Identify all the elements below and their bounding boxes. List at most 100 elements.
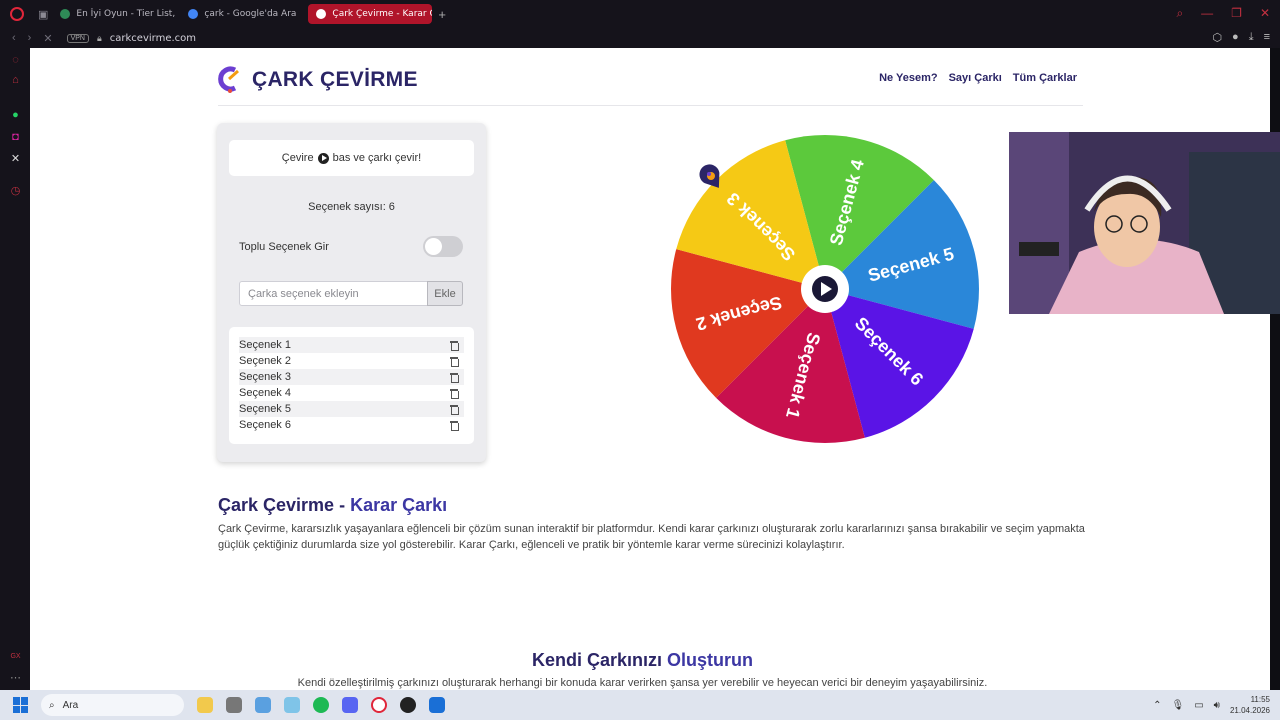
tab-title: Çark Çevirme - Karar Çark bbox=[332, 9, 432, 19]
option-count: Seçenek sayısı: 6 bbox=[217, 201, 486, 213]
x-twitter-icon[interactable]: ✕ bbox=[9, 153, 22, 166]
bulk-entry-label: Toplu Seçenek Gir bbox=[239, 241, 329, 253]
menu-icon[interactable]: ≡ bbox=[1264, 31, 1270, 44]
opera-gx-icon[interactable] bbox=[371, 697, 387, 713]
trash-icon[interactable] bbox=[450, 420, 459, 431]
taskbar-search[interactable]: ⌕ Ara bbox=[41, 694, 184, 716]
tab-manager-icon[interactable]: ▣ bbox=[38, 8, 48, 21]
option-list: Seçenek 1 Seçenek 2 Seçenek 3 Seçenek 4 … bbox=[229, 327, 474, 444]
trash-icon[interactable] bbox=[450, 372, 459, 383]
browser-tab-bar: ▣ En İyi Oyun - Tier List, Kör çark - Go… bbox=[0, 0, 1280, 28]
close-icon[interactable]: ✕ bbox=[1260, 6, 1270, 21]
trash-icon[interactable] bbox=[450, 340, 459, 351]
option-label: Seçenek 1 bbox=[239, 339, 291, 351]
obs-icon[interactable] bbox=[400, 697, 416, 713]
add-option-button[interactable]: Ekle bbox=[427, 281, 463, 306]
option-label: Seçenek 5 bbox=[239, 403, 291, 415]
maximize-icon[interactable]: ❐ bbox=[1231, 6, 1242, 21]
file-explorer-icon[interactable] bbox=[197, 697, 213, 713]
webcam-overlay bbox=[1009, 132, 1280, 314]
photos-icon[interactable] bbox=[255, 697, 271, 713]
page-title: Çark Çevirme - Karar Çarkı bbox=[218, 495, 447, 516]
nav-link-ne-yesem[interactable]: Ne Yesem? bbox=[879, 72, 938, 84]
stop-icon[interactable]: ✕ bbox=[43, 32, 52, 45]
discord-icon[interactable] bbox=[342, 697, 358, 713]
extensions-area: ⬡ ● ⤓ ≡ bbox=[1212, 31, 1270, 44]
list-item: Seçenek 1 bbox=[239, 337, 464, 353]
address-bar: ‹ › ✕ VPN 🔒︎ carkcevirme.com ⬡ ● ⤓ ≡ bbox=[0, 28, 1280, 48]
play-icon bbox=[317, 152, 329, 164]
gx-icon[interactable]: GX bbox=[9, 650, 22, 663]
list-item: Seçenek 4 bbox=[239, 385, 464, 401]
tray-chevron-icon[interactable]: ⌃ bbox=[1153, 700, 1161, 711]
tab-title: çark - Google'da Ara bbox=[204, 9, 297, 19]
window-controls: ⌕ — ❐ ✕ bbox=[1176, 6, 1270, 21]
clock-time: 11:55 bbox=[1250, 695, 1270, 704]
tab-google-search[interactable]: çark - Google'da Ara bbox=[180, 4, 304, 24]
nav-link-sayi-carki[interactable]: Sayı Çarkı bbox=[949, 72, 1002, 84]
crypto-wallet-icon[interactable]: ⌂ bbox=[9, 74, 22, 87]
spotify-icon[interactable] bbox=[313, 697, 329, 713]
spin-hint: Çevire bas ve çarkı çevir! bbox=[229, 140, 474, 176]
tab-tier-list[interactable]: En İyi Oyun - Tier List, Kör bbox=[52, 4, 176, 24]
tab-cark-cevirme[interactable]: Çark Çevirme - Karar Çark bbox=[308, 4, 433, 24]
instagram-icon[interactable]: ◘ bbox=[9, 131, 22, 144]
app-icon[interactable] bbox=[226, 697, 242, 713]
opera-logo-icon[interactable] bbox=[10, 7, 24, 21]
option-label: Seçenek 2 bbox=[239, 355, 291, 367]
clock-date: 21.04.2026 bbox=[1229, 706, 1270, 715]
minimize-icon[interactable]: — bbox=[1201, 6, 1213, 21]
profile-icon[interactable]: ● bbox=[1232, 31, 1239, 44]
volume-icon[interactable]: 🔊︎ bbox=[1214, 700, 1220, 711]
download-icon[interactable]: ⤓ bbox=[1249, 31, 1254, 44]
section-title: Kendi Çarkınızı Oluşturun bbox=[30, 650, 1255, 671]
forward-icon[interactable]: › bbox=[28, 32, 32, 44]
app-icon[interactable] bbox=[284, 697, 300, 713]
option-label: Seçenek 4 bbox=[239, 387, 291, 399]
list-item: Seçenek 6 bbox=[239, 417, 464, 433]
history-icon[interactable]: ◷ bbox=[9, 185, 22, 198]
tab-favicon-icon bbox=[60, 9, 71, 19]
extensions-icon[interactable]: ⬡ bbox=[1212, 31, 1222, 44]
page-title-part1: Çark Çevirme - bbox=[218, 495, 351, 515]
back-icon[interactable]: ‹ bbox=[12, 32, 16, 44]
site-header: ÇARK ÇEVİRME Ne Yesem? Sayı Çarkı Tüm Ça… bbox=[218, 62, 1083, 106]
new-tab-icon[interactable]: + bbox=[438, 7, 446, 22]
option-count-value: 6 bbox=[388, 201, 395, 213]
option-label: Seçenek 6 bbox=[239, 419, 291, 431]
more-icon[interactable]: ⋯ bbox=[9, 672, 22, 685]
options-panel: Çevire bas ve çarkı çevir! Seçenek sayıs… bbox=[217, 123, 486, 462]
microphone-icon[interactable]: 🎙︎ bbox=[1171, 700, 1184, 711]
site-favicon-icon bbox=[316, 9, 327, 19]
wheel-pointer-icon bbox=[699, 164, 720, 188]
clock[interactable]: 11:55 21.04.2026 bbox=[1230, 694, 1270, 716]
option-count-label: Seçenek sayısı: bbox=[308, 201, 386, 213]
site-logo-icon[interactable] bbox=[218, 65, 240, 93]
google-favicon-icon bbox=[188, 9, 199, 19]
hint-text-after: bas ve çarkı çevir! bbox=[332, 152, 422, 164]
trash-icon[interactable] bbox=[450, 404, 459, 415]
site-logo-text[interactable]: ÇARK ÇEVİRME bbox=[252, 68, 418, 92]
search-tabs-icon[interactable]: ⌕ bbox=[1176, 6, 1183, 21]
nav-link-tum-carklar[interactable]: Tüm Çarklar bbox=[1013, 72, 1077, 84]
option-label: Seçenek 3 bbox=[239, 371, 291, 383]
trash-icon[interactable] bbox=[450, 356, 459, 367]
hint-text-before: Çevire bbox=[281, 152, 314, 164]
aria-icon[interactable]: ◌ bbox=[9, 54, 22, 67]
windows-taskbar: ⌕ Ara ⌃ 🎙︎ ▭ 🔊︎ 11:55 21.04.2026 bbox=[0, 690, 1280, 720]
whatsapp-icon[interactable]: ● bbox=[9, 109, 22, 122]
taskbar-search-placeholder: Ara bbox=[62, 699, 79, 711]
bulk-entry-toggle[interactable] bbox=[423, 236, 463, 257]
video-app-icon[interactable] bbox=[429, 697, 445, 713]
start-menu-icon[interactable] bbox=[13, 697, 29, 713]
tab-title: En İyi Oyun - Tier List, Kör bbox=[76, 9, 176, 19]
lock-icon[interactable]: 🔒︎ bbox=[97, 33, 102, 44]
vpn-badge[interactable]: VPN bbox=[66, 33, 89, 43]
option-input[interactable] bbox=[239, 281, 429, 306]
section-description: Kendi özelleştirilmiş çarkınızı oluştura… bbox=[297, 677, 988, 689]
list-item: Seçenek 5 bbox=[239, 401, 464, 417]
url-field[interactable]: carkcevirme.com bbox=[110, 33, 196, 44]
network-icon[interactable]: ▭ bbox=[1194, 700, 1203, 711]
trash-icon[interactable] bbox=[450, 388, 459, 399]
opera-sidebar: ◌ ⌂ ● ◘ ✕ ◷ GX ⋯ bbox=[0, 48, 30, 690]
